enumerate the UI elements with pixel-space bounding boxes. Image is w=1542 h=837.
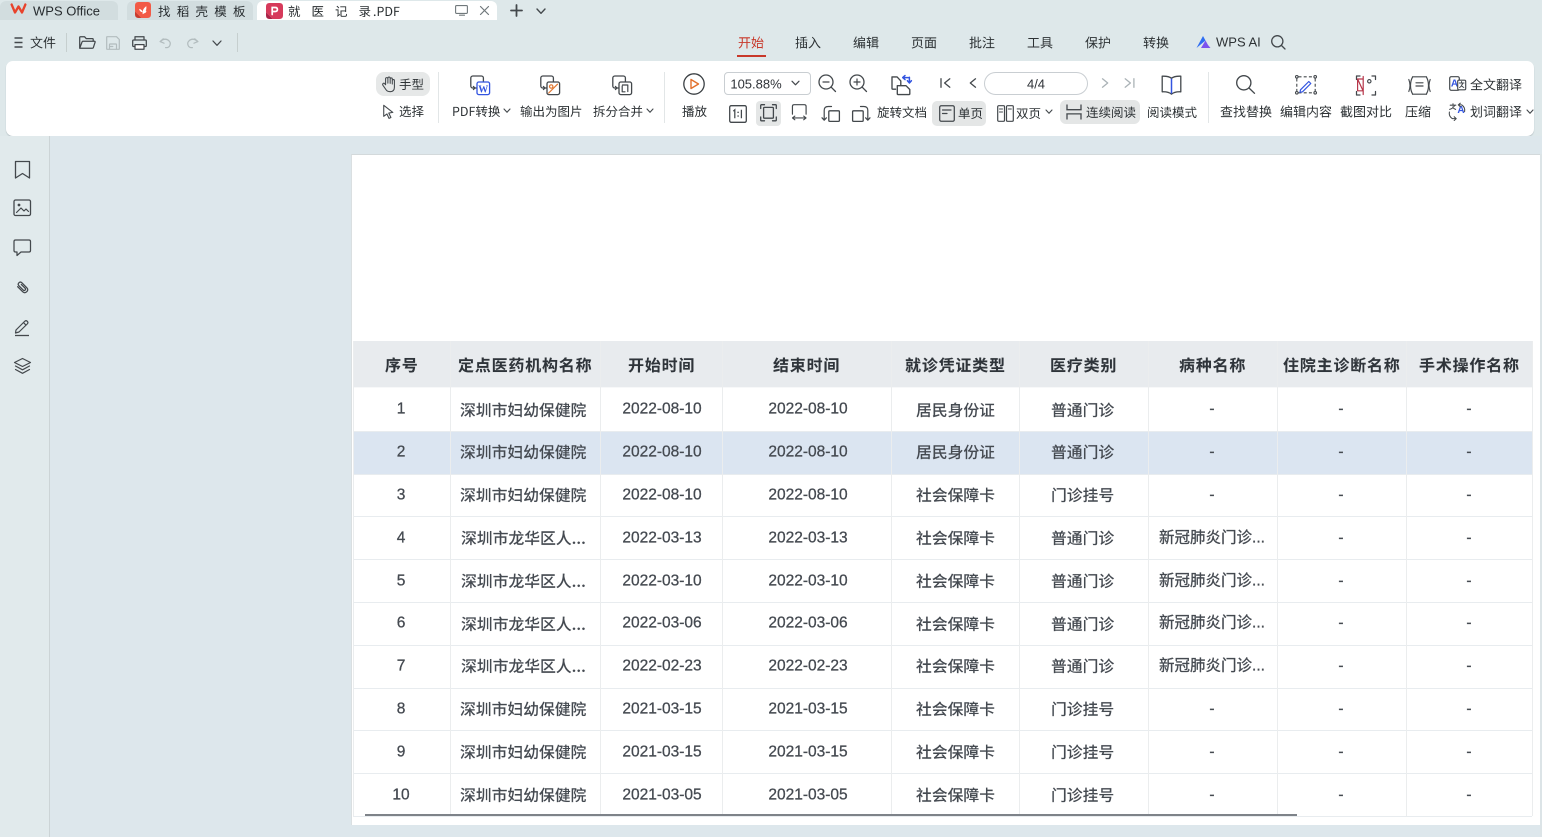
svg-text:W: W — [478, 84, 488, 95]
svg-text:A: A — [1451, 79, 1458, 90]
